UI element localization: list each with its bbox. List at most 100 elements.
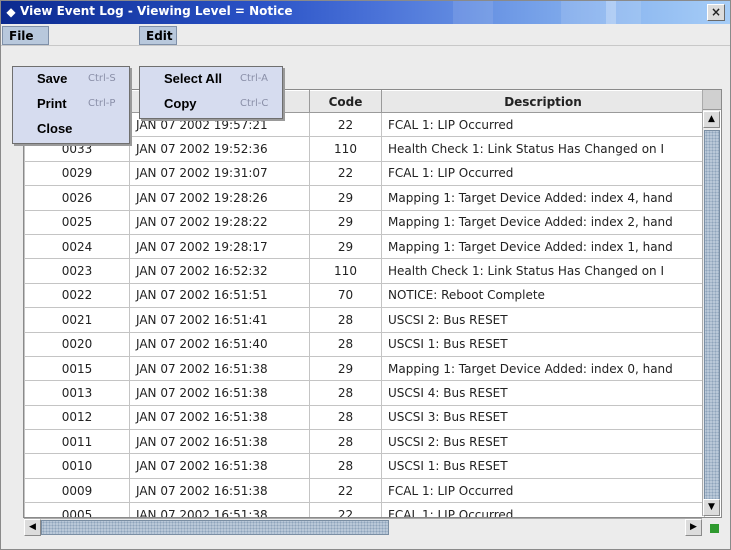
event-time-cell: JAN 07 2002 16:51:41: [129, 307, 310, 333]
event-code-cell: 110: [309, 136, 382, 162]
column-header-description[interactable]: Description: [381, 90, 705, 113]
event-time-cell: JAN 07 2002 19:31:07: [129, 160, 310, 187]
vertical-scroll-thumb[interactable]: [704, 130, 720, 510]
event-time-cell: JAN 07 2002 16:51:40: [129, 331, 310, 357]
event-code-cell: 70: [309, 282, 382, 309]
event-time-cell: JAN 07 2002 16:51:38: [129, 453, 310, 479]
resize-grip-icon[interactable]: [702, 518, 721, 535]
arrow-left-icon[interactable]: ◀: [24, 519, 41, 536]
event-code-cell: 28: [309, 380, 382, 406]
menu-item-accelerator: Ctrl-S: [88, 73, 116, 84]
event-time-cell: JAN 07 2002 16:51:38: [129, 429, 310, 455]
event-time-cell: JAN 07 2002 16:52:32: [129, 258, 310, 284]
event-code-cell: 28: [309, 404, 382, 431]
menu-item-label: Close: [37, 121, 73, 136]
event-table: Code Description JAN 07 2002 19:57:21 22 F…: [23, 89, 722, 518]
event-time-cell: JAN 07 2002 16:51:38: [129, 355, 310, 382]
table-row[interactable]: 0024 JAN 07 2002 19:28:17 29 Mapping 1: Tar…: [24, 233, 705, 260]
event-time-cell: JAN 07 2002 19:52:36: [129, 136, 310, 162]
menu-item-label: Select All: [164, 71, 223, 86]
event-time-cell: JAN 07 2002 16:51:38: [129, 477, 310, 504]
title-bar[interactable]: ◆ View Event Log - Viewing Level = Notic…: [1, 1, 730, 24]
event-description-cell: USCSI 4: Bus RESET: [381, 380, 705, 406]
vertical-scrollbar[interactable]: ▲ ▼: [702, 90, 721, 516]
event-id-cell: 0012: [24, 404, 130, 431]
table-row[interactable]: 0009 JAN 07 2002 16:51:38 22 FCAL 1: LIP Oc…: [24, 477, 705, 504]
menu-item-accelerator: Ctrl-A: [240, 73, 269, 84]
menu-file[interactable]: File: [2, 26, 49, 45]
edit-menu-dropdown: Select All Ctrl-A Copy Ctrl-C: [139, 66, 283, 119]
event-description-cell: FCAL 1: LIP Occurred: [381, 160, 705, 187]
event-description-cell: USCSI 1: Bus RESET: [381, 331, 705, 357]
event-description-cell: FCAL 1: LIP Occurred: [381, 111, 705, 138]
table-row[interactable]: 0025 JAN 07 2002 19:28:22 29 Mapping 1: Tar…: [24, 209, 705, 235]
event-id-cell: 0021: [24, 307, 130, 333]
event-time-cell: JAN 07 2002 16:51:38: [129, 502, 310, 517]
table-corner: [703, 90, 721, 110]
menu-item-accelerator: Ctrl-C: [240, 98, 269, 109]
table-row[interactable]: 0010 JAN 07 2002 16:51:38 28 USCSI 1: Bus R…: [24, 453, 705, 479]
event-id-cell: 0015: [24, 355, 130, 382]
event-id-cell: 0020: [24, 331, 130, 357]
table-row[interactable]: 0011 JAN 07 2002 16:51:38 28 USCSI 2: Bus R…: [24, 429, 705, 455]
event-id-cell: 0023: [24, 258, 130, 284]
event-id-cell: 0009: [24, 477, 130, 504]
arrow-down-icon[interactable]: ▼: [703, 499, 720, 516]
event-time-cell: JAN 07 2002 16:51:51: [129, 282, 310, 309]
menu-bar: File Edit: [1, 24, 730, 46]
table-row[interactable]: 0015 JAN 07 2002 16:51:38 29 Mapping 1: Tar…: [24, 355, 705, 382]
table-row[interactable]: 0005 JAN 07 2002 16:51:38 22 FCAL 1: LIP Oc…: [24, 502, 705, 517]
event-time-cell: JAN 07 2002 19:28:17: [129, 233, 310, 260]
table-row[interactable]: 0012 JAN 07 2002 16:51:38 28 USCSI 3: Bus R…: [24, 404, 705, 431]
close-icon[interactable]: ×: [707, 4, 725, 21]
menu-edit[interactable]: Edit: [139, 26, 177, 45]
event-code-cell: 29: [309, 355, 382, 382]
file-menu-dropdown: Save Ctrl-S Print Ctrl-P Close: [12, 66, 130, 144]
menu-item-close[interactable]: Close: [13, 117, 129, 142]
event-code-cell: 28: [309, 307, 382, 333]
table-row[interactable]: 0029 JAN 07 2002 19:31:07 22 FCAL 1: LIP Oc…: [24, 160, 705, 187]
event-id-cell: 0024: [24, 233, 130, 260]
event-description-cell: Health Check 1: Link Status Has Changed …: [381, 258, 705, 284]
menu-item-print[interactable]: Print Ctrl-P: [13, 92, 129, 117]
menu-item-save[interactable]: Save Ctrl-S: [13, 67, 129, 92]
event-code-cell: 110: [309, 258, 382, 284]
event-time-cell: JAN 07 2002 16:51:38: [129, 404, 310, 431]
event-id-cell: 0025: [24, 209, 130, 235]
event-description-cell: NOTICE: Reboot Complete: [381, 282, 705, 309]
horizontal-scrollbar[interactable]: ◀ ▶: [24, 518, 702, 536]
event-time-cell: JAN 07 2002 19:28:26: [129, 185, 310, 211]
horizontal-scroll-thumb[interactable]: [41, 520, 389, 535]
table-row[interactable]: 0021 JAN 07 2002 16:51:41 28 USCSI 2: Bus R…: [24, 307, 705, 333]
menu-item-label: Save: [37, 71, 68, 86]
event-code-cell: 29: [309, 209, 382, 235]
event-id-cell: 0026: [24, 185, 130, 211]
menu-item-copy[interactable]: Copy Ctrl-C: [140, 92, 282, 117]
arrow-up-icon[interactable]: ▲: [703, 111, 720, 128]
column-header-code[interactable]: Code: [309, 90, 382, 113]
event-code-cell: 22: [309, 477, 382, 504]
menu-item-select-all[interactable]: Select All Ctrl-A: [140, 67, 282, 92]
arrow-right-icon[interactable]: ▶: [685, 519, 702, 536]
event-code-cell: 28: [309, 429, 382, 455]
event-description-cell: USCSI 1: Bus RESET: [381, 453, 705, 479]
event-description-cell: Mapping 1: Target Device Added: index 0,…: [381, 355, 705, 382]
event-description-cell: Mapping 1: Target Device Added: index 4,…: [381, 185, 705, 211]
event-code-cell: 29: [309, 233, 382, 260]
event-id-cell: 0022: [24, 282, 130, 309]
table-row[interactable]: 0026 JAN 07 2002 19:28:26 29 Mapping 1: Tar…: [24, 185, 705, 211]
event-description-cell: USCSI 3: Bus RESET: [381, 404, 705, 431]
table-row[interactable]: 0020 JAN 07 2002 16:51:40 28 USCSI 1: Bus R…: [24, 331, 705, 357]
event-time-cell: JAN 07 2002 19:28:22: [129, 209, 310, 235]
menu-item-label: Print: [37, 96, 67, 111]
event-code-cell: 28: [309, 453, 382, 479]
event-description-cell: USCSI 2: Bus RESET: [381, 307, 705, 333]
event-description-cell: Health Check 1: Link Status Has Changed …: [381, 136, 705, 162]
event-log-window: ◆ View Event Log - Viewing Level = Notic…: [0, 0, 731, 550]
table-row[interactable]: 0022 JAN 07 2002 16:51:51 70 NOTICE: Reboot…: [24, 282, 705, 309]
event-id-cell: 0013: [24, 380, 130, 406]
table-row[interactable]: 0013 JAN 07 2002 16:51:38 28 USCSI 4: Bus R…: [24, 380, 705, 406]
event-description-cell: FCAL 1: LIP Occurred: [381, 477, 705, 504]
table-row[interactable]: 0023 JAN 07 2002 16:52:32 110 Health Check …: [24, 258, 705, 284]
app-icon: ◆: [6, 5, 16, 19]
